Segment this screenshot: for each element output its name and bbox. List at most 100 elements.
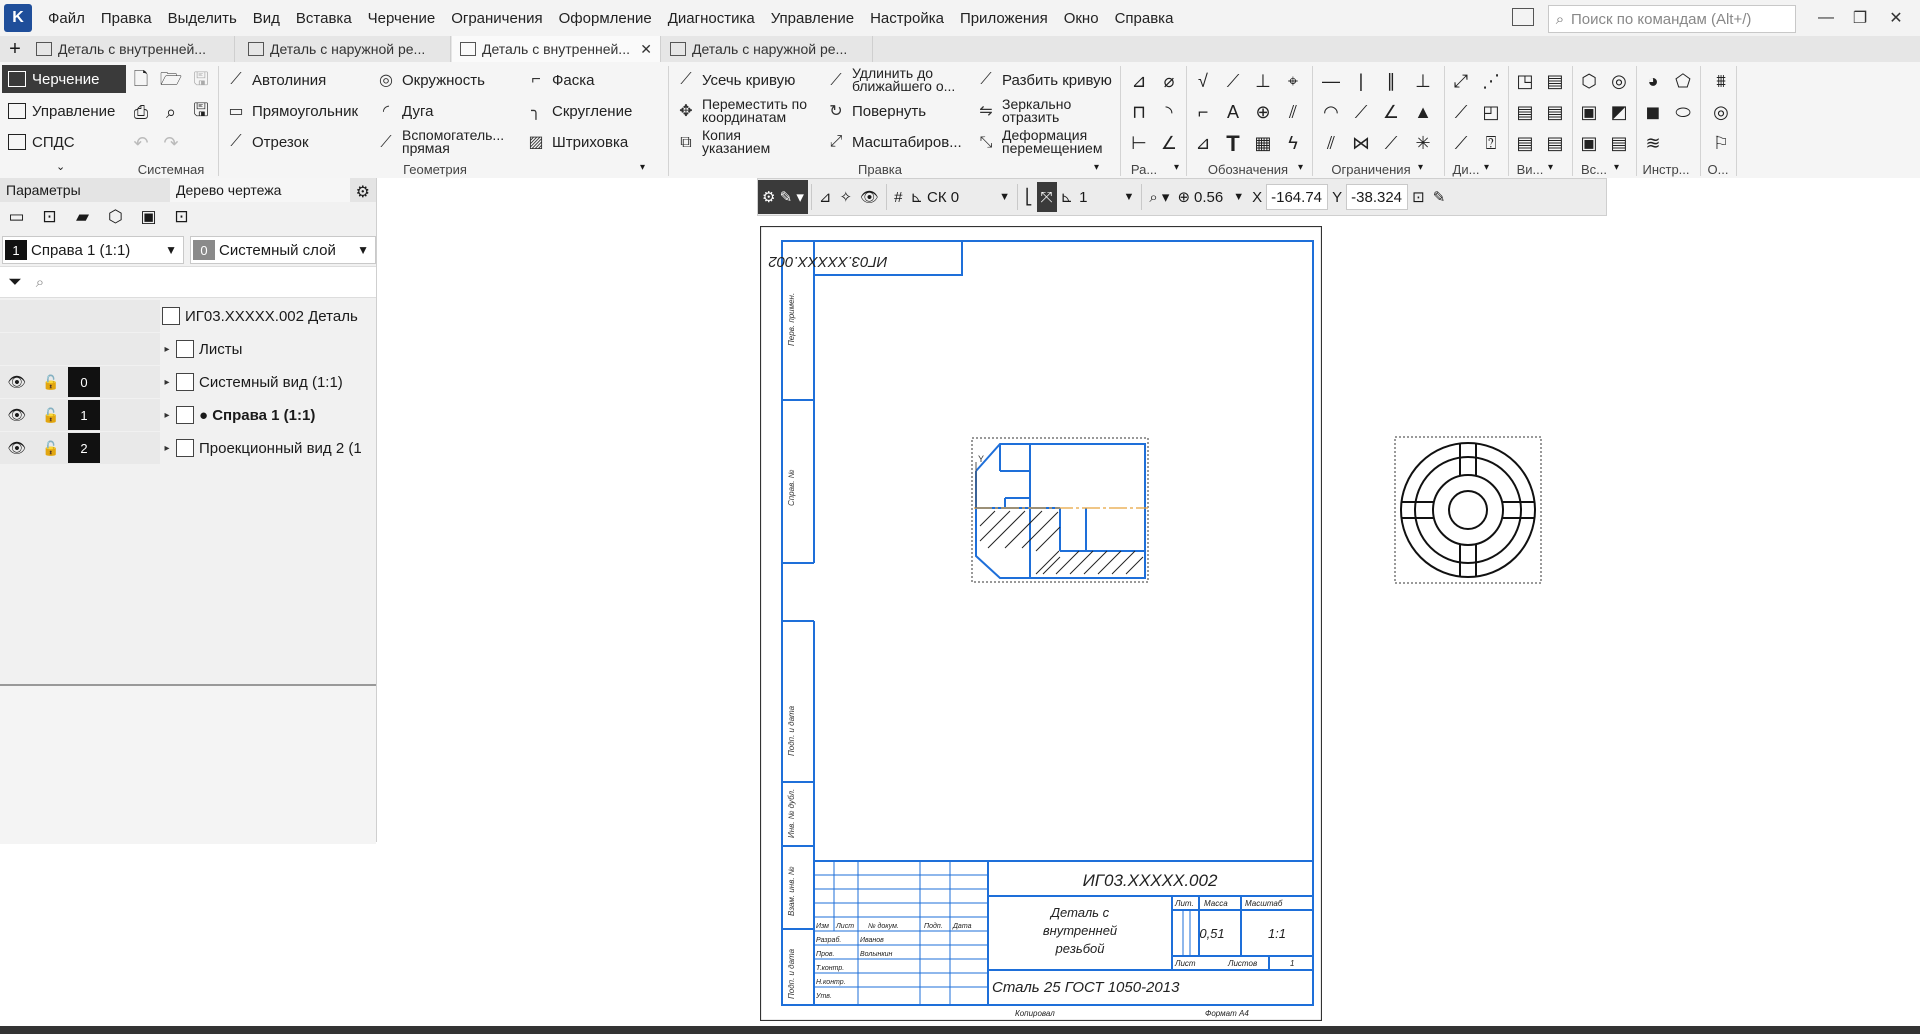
shape-tool-icon[interactable]: ⬠ (1668, 66, 1698, 97)
collinear-constraint-icon[interactable]: ⟋ (1346, 97, 1376, 128)
side-view-drawing[interactable] (1394, 436, 1542, 584)
grid-icon[interactable]: # (890, 182, 906, 212)
open-folder-icon[interactable]: 🗁 (156, 66, 186, 97)
layer-selector[interactable]: 0 Системный слой ▼ (190, 236, 376, 264)
chamfer-button[interactable]: ⌐ Фаска (526, 66, 594, 94)
notation-dropdown-icon[interactable]: ▾ (1298, 162, 1303, 173)
library-icon[interactable]: ⩩ (1706, 66, 1736, 97)
fix-constraint-icon[interactable]: ⫽ (1316, 128, 1346, 159)
eye-icon[interactable]: 👁 (0, 439, 34, 457)
menu-select[interactable]: Выделить (160, 10, 245, 27)
insert-model-icon[interactable]: ⬡ (1574, 66, 1604, 97)
print-icon[interactable]: ⎙ (126, 97, 156, 128)
fillet-button[interactable]: ╮ Скругление (526, 97, 632, 125)
layout-view-icon[interactable]: ▤ (1540, 66, 1570, 97)
menu-insert[interactable]: Вставка (288, 10, 360, 27)
linear-dimension-icon[interactable]: ⊓ (1124, 97, 1154, 128)
menu-window[interactable]: Окно (1056, 10, 1107, 27)
eyedropper-icon[interactable]: ✎ (1429, 182, 1450, 212)
layer-icon[interactable]: ▰ (66, 207, 99, 227)
eye-snap-icon[interactable]: 👁 (856, 182, 883, 212)
distance-icon[interactable]: ◰ (1476, 97, 1506, 128)
close-tab-icon[interactable]: ✕ (640, 41, 652, 58)
wave-tool-icon[interactable]: ≋ (1638, 128, 1668, 159)
undo-icon[interactable]: ↶ (126, 128, 156, 159)
break-curve-button[interactable]: ⟋ Разбить кривую (976, 66, 1112, 94)
segment-button[interactable]: ⟋ Отрезок (226, 128, 308, 156)
table-icon[interactable]: ▦ (1248, 128, 1278, 159)
new-document-icon[interactable]: 🗋 (126, 66, 156, 97)
tangent-constraint-icon[interactable]: ◠ (1316, 97, 1346, 128)
preview-icon[interactable]: ⌕ (156, 97, 186, 128)
layer-selector-view[interactable]: ⊾ 1 ▼ (1057, 182, 1139, 212)
menu-view[interactable]: Вид (245, 10, 288, 27)
zoom-window-icon[interactable]: ⌕ ▾ (1145, 182, 1173, 212)
measure-icon[interactable]: ⋰ (1476, 66, 1506, 97)
radial-dimension-icon[interactable]: ◝ (1154, 97, 1184, 128)
lock-icon[interactable]: 🔓 (34, 374, 68, 391)
mirror-button[interactable]: ⇋ Зеркально отразить (976, 97, 1106, 125)
vertical-constraint-icon[interactable]: | (1346, 66, 1376, 97)
eye-icon[interactable]: 👁 (0, 373, 34, 391)
aux-line-button[interactable]: ⟋ Вспомогатель... прямая (376, 128, 512, 156)
parallel-constraint-icon[interactable]: ∥ (1376, 66, 1406, 97)
menu-edit[interactable]: Правка (93, 10, 160, 27)
menu-diagnostics[interactable]: Диагностика (660, 10, 763, 27)
tab-doc-3-active[interactable]: Деталь с внутренней... ✕ (452, 36, 661, 62)
lock-icon[interactable]: 🔓 (34, 407, 68, 424)
mode-spds[interactable]: СПДС (2, 128, 126, 156)
rectangle-button[interactable]: ▭ Прямоугольник (226, 97, 358, 125)
section-view-icon[interactable]: ▤ (1540, 97, 1570, 128)
mode-management[interactable]: Управление (2, 97, 126, 125)
text-icon[interactable]: T (1218, 128, 1248, 159)
new-tab-button[interactable]: + (4, 36, 26, 62)
x-coordinate-field[interactable]: -164.74 (1266, 184, 1329, 210)
tree-row-view-0[interactable]: 👁 🔓 0 ▸ Системный вид (1:1) (0, 366, 376, 398)
vi-dropdown-icon[interactable]: ▾ (1548, 162, 1553, 173)
standard-view-icon[interactable]: ▤ (1510, 97, 1540, 128)
properties-icon[interactable]: ⊡ (165, 207, 198, 227)
section-line-icon[interactable]: ⫽ (1278, 97, 1308, 128)
menu-constraints[interactable]: Ограничения (443, 10, 550, 27)
fix-point-icon[interactable]: ✳ (1408, 128, 1438, 159)
hatch-button[interactable]: ▨ Штриховка (526, 128, 628, 156)
trim-curve-button[interactable]: ⟋ Усечь кривую (676, 66, 795, 94)
text-notation-icon[interactable]: A (1218, 97, 1248, 128)
local-cs-icon[interactable]: ✧ (835, 182, 856, 212)
tab-drawing-tree[interactable]: Дерево чертежа (170, 178, 350, 202)
panel-layout-icon[interactable] (1512, 8, 1534, 26)
symmetry-constraint-icon[interactable]: ⋈ (1346, 128, 1376, 159)
gear-icon[interactable]: ⚙ (350, 178, 376, 202)
menu-help[interactable]: Справка (1107, 10, 1182, 27)
view-arrow-icon[interactable]: ⊿ (1188, 128, 1218, 159)
cs-selector[interactable]: ⊾ СК 0 ▼ (906, 182, 1014, 212)
blob-tool-icon[interactable]: ⬭ (1668, 97, 1698, 128)
view-selector[interactable]: 1 Справа 1 (1:1) ▼ (2, 236, 184, 264)
merge-constraint-icon[interactable]: ⟋ (1376, 128, 1406, 159)
ortho-icon[interactable]: ⊿ (815, 182, 836, 212)
check-icon[interactable]: ⤢ (1446, 66, 1476, 97)
autoline-button[interactable]: ⟋ Автолиния (226, 66, 326, 94)
pie-tool-icon[interactable]: ◕ (1638, 66, 1668, 97)
deform-button[interactable]: ⤡ Деформация перемещением (976, 128, 1116, 156)
diameter-dimension-icon[interactable]: ⌀ (1154, 66, 1184, 97)
view-structure-icon[interactable]: ⊡ (33, 207, 66, 227)
detail-view-icon[interactable]: ▤ (1510, 128, 1540, 159)
snap-toggle-button[interactable]: ⚙ ✎ ▾ (758, 180, 808, 214)
report-icon[interactable]: ⚐ (1706, 128, 1736, 159)
info-icon[interactable]: ⍰ (1476, 128, 1506, 159)
arc-button[interactable]: ◜ Дуга (376, 97, 434, 125)
center-mark-icon[interactable]: ⊕ (1248, 97, 1278, 128)
expand-arrow-icon[interactable]: ▸ (160, 377, 174, 388)
break-view-icon[interactable]: ▤ (1540, 128, 1570, 159)
tab-parameters[interactable]: Параметры (0, 178, 170, 202)
lightning-icon[interactable]: ϟ (1278, 128, 1308, 159)
mode-drafting[interactable]: Черчение (2, 65, 126, 93)
menu-applications[interactable]: Приложения (952, 10, 1056, 27)
angular-dimension-icon[interactable]: ∠ (1154, 128, 1184, 159)
constraints-dropdown-icon[interactable]: ▾ (1418, 162, 1423, 173)
tab-doc-4[interactable]: Деталь с наружной ре... (662, 36, 873, 62)
di-dropdown-icon[interactable]: ▾ (1484, 162, 1489, 173)
horizontal-constraint-icon[interactable]: — (1316, 66, 1346, 97)
tolerance-icon[interactable]: ⌖ (1278, 66, 1308, 97)
